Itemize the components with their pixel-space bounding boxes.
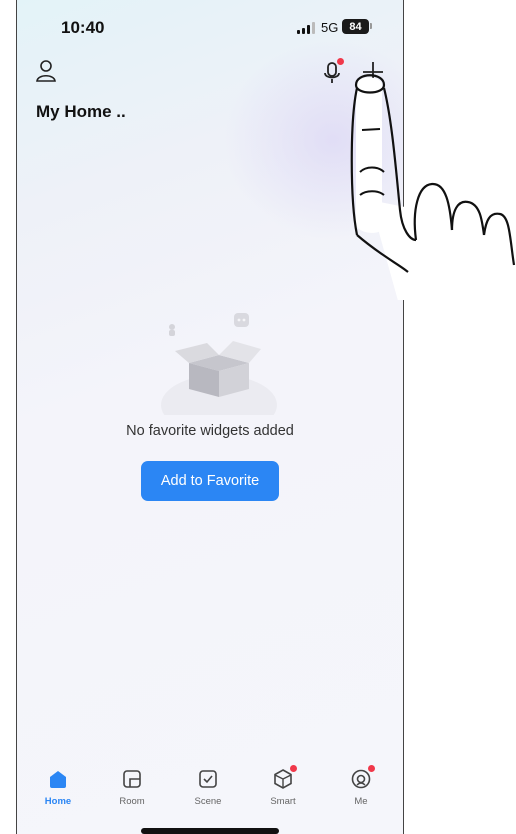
tab-scene[interactable]: Scene bbox=[183, 768, 233, 807]
tab-me[interactable]: Me bbox=[336, 765, 386, 807]
tab-bar: Home Room Scene Smart Me bbox=[17, 765, 403, 818]
home-indicator bbox=[141, 828, 279, 834]
room-icon bbox=[123, 770, 141, 788]
network-label: 5G bbox=[321, 20, 339, 35]
home-icon bbox=[50, 771, 66, 788]
me-badge-dot bbox=[368, 765, 375, 772]
empty-box-illustration bbox=[161, 313, 277, 415]
signal-icon bbox=[297, 22, 315, 34]
profile-button[interactable] bbox=[35, 58, 57, 84]
tab-label: Smart bbox=[270, 796, 296, 807]
home-title[interactable]: My Home .. bbox=[36, 102, 126, 122]
battery-tip bbox=[370, 23, 372, 29]
tab-label: Room bbox=[119, 796, 145, 807]
status-time: 10:40 bbox=[61, 18, 105, 37]
tap-hand-icon bbox=[350, 74, 516, 300]
empty-state-message: No favorite widgets added bbox=[126, 423, 294, 439]
scene-icon bbox=[199, 770, 217, 788]
status-bar: 10:40 5G 84 bbox=[17, 18, 403, 40]
add-to-favorite-button[interactable]: Add to Favorite bbox=[141, 461, 279, 501]
battery-icon: 84 bbox=[342, 19, 369, 34]
tab-label: Scene bbox=[194, 796, 222, 807]
tab-label: Me bbox=[354, 796, 368, 807]
tab-label: Home bbox=[44, 796, 72, 807]
smart-badge-dot bbox=[290, 765, 297, 772]
tab-room[interactable]: Room bbox=[107, 768, 157, 807]
tab-home[interactable]: Home bbox=[33, 768, 83, 807]
user-icon bbox=[36, 60, 56, 82]
tab-smart[interactable]: Smart bbox=[258, 765, 308, 807]
battery-level: 84 bbox=[349, 20, 362, 33]
